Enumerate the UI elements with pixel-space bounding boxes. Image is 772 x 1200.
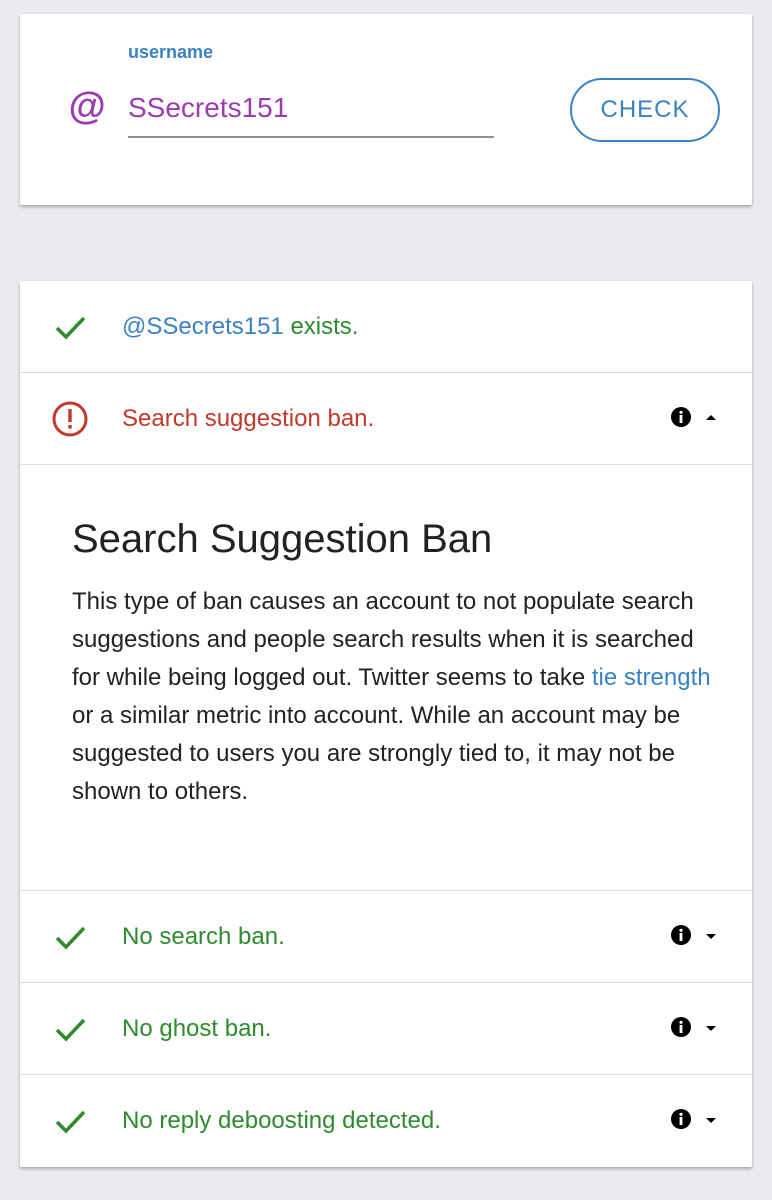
at-sign-icon: @ — [68, 86, 106, 128]
result-row-reply-deboosting[interactable]: No reply deboosting detected. — [20, 1075, 752, 1166]
check-icon — [55, 1018, 86, 1042]
result-text: No reply deboosting detected. — [122, 1107, 441, 1134]
username-label: username — [128, 42, 214, 62]
info-icon[interactable] — [670, 924, 692, 946]
check-button[interactable]: CHECK — [570, 78, 720, 142]
check-icon — [55, 926, 86, 950]
caret-up-icon[interactable] — [704, 413, 718, 423]
tie-strength-link[interactable]: tie strength — [592, 664, 711, 691]
username-handle: @SSecrets151 — [122, 313, 284, 340]
info-icon[interactable] — [670, 1108, 692, 1130]
caret-down-icon[interactable] — [704, 931, 718, 941]
caret-down-icon[interactable] — [704, 1115, 718, 1125]
result-text: @SSecrets151 exists. — [122, 281, 358, 372]
details-body-text-2: or a similar metric into account. While … — [72, 702, 681, 805]
details-body: This type of ban causes an account to no… — [72, 583, 712, 811]
results-card: @SSecrets151 exists. Search suggestion b… — [20, 281, 752, 1167]
username-input[interactable] — [128, 80, 494, 138]
details-title: Search Suggestion Ban — [72, 517, 493, 561]
alert-circle-icon — [52, 401, 88, 437]
result-text: No search ban. — [122, 923, 285, 950]
check-icon — [55, 316, 86, 340]
exists-label: exists. — [283, 313, 359, 340]
info-icon[interactable] — [670, 406, 692, 428]
check-icon — [55, 1110, 86, 1134]
result-row-ghost-ban[interactable]: No ghost ban. — [20, 983, 752, 1075]
caret-down-icon[interactable] — [704, 1023, 718, 1033]
username-search-card: @ username CHECK — [20, 14, 752, 205]
result-text: Search suggestion ban. — [122, 405, 375, 432]
result-row-search-ban[interactable]: No search ban. — [20, 891, 752, 983]
result-text: No ghost ban. — [122, 1015, 272, 1042]
result-row-exists: @SSecrets151 exists. — [20, 281, 752, 373]
info-icon[interactable] — [670, 1016, 692, 1038]
details-panel: Search Suggestion Ban This type of ban c… — [20, 465, 752, 891]
result-row-search-suggestion-ban[interactable]: Search suggestion ban. — [20, 373, 752, 465]
